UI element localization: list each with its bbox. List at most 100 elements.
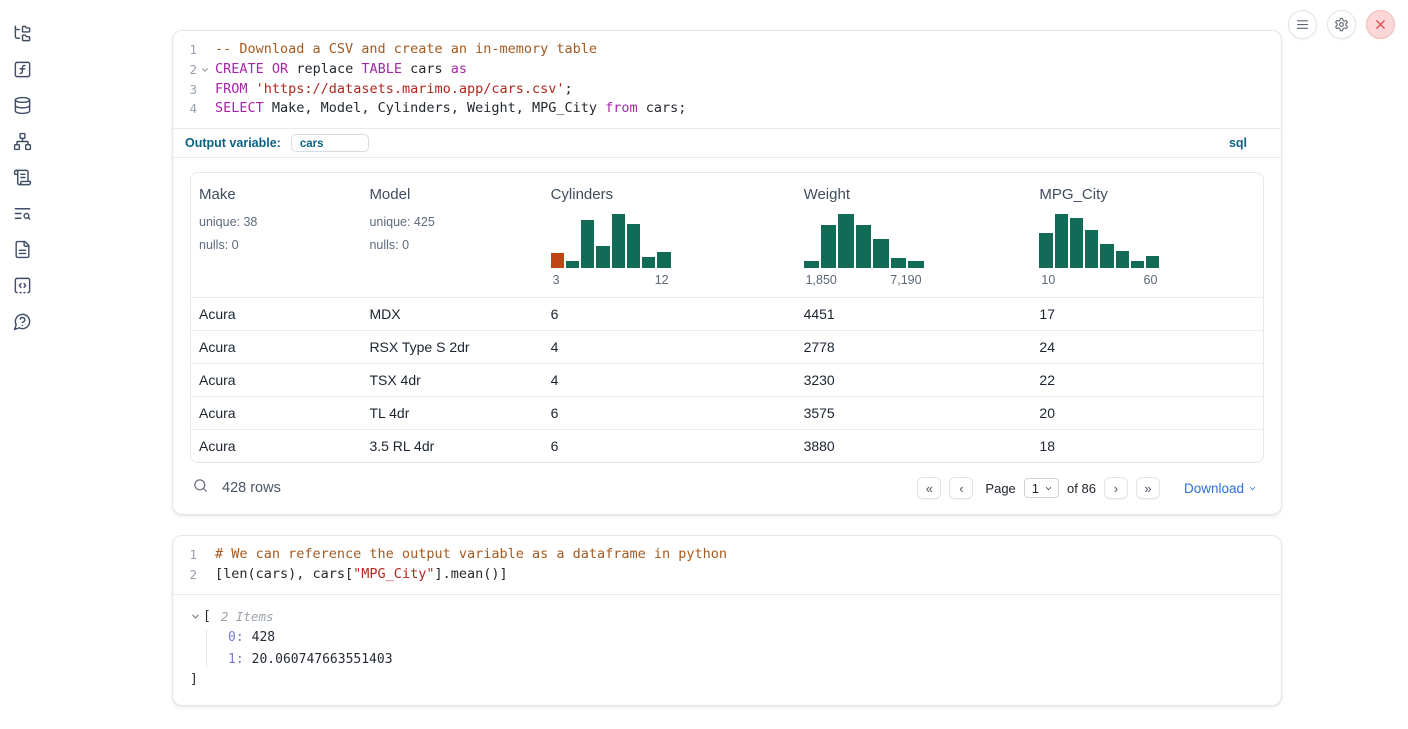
table-row[interactable]: AcuraRSX Type S 2dr4277824 [191, 330, 1263, 363]
table-row[interactable]: AcuraTL 4dr6357520 [191, 396, 1263, 429]
table-cell: 4 [543, 339, 796, 355]
histogram-bar [1146, 256, 1159, 268]
table-cell: 6 [543, 438, 796, 454]
table-cell: 6 [543, 306, 796, 322]
code-text: [len(cars), cars["MPG_City"].mean()] [212, 565, 508, 585]
histogram-bar [612, 214, 625, 268]
table-row[interactable]: AcuraMDX6445117 [191, 297, 1263, 330]
column-header-make[interactable]: Makeunique: 38nulls: 0 [191, 173, 361, 297]
table-header: Makeunique: 38nulls: 0Modelunique: 425nu… [191, 173, 1263, 297]
sidebar [0, 0, 44, 729]
entry-key: 0: [228, 630, 244, 645]
histogram-bar [551, 253, 564, 268]
page-total: of 86 [1067, 481, 1096, 496]
code-token: # We can reference the output variable a… [215, 546, 727, 562]
search-icon[interactable] [192, 477, 209, 499]
code-line[interactable]: 1# We can reference the output variable … [173, 545, 1281, 565]
column-header-cylinders[interactable]: Cylinders312 [543, 173, 796, 297]
table-cell: 6 [543, 405, 796, 421]
code-token: CREATE [215, 61, 264, 77]
code-line[interactable]: 4SELECT Make, Model, Cylinders, Weight, … [173, 99, 1281, 119]
page-select[interactable]: 1 [1024, 478, 1059, 498]
code-token [248, 81, 256, 97]
code-token: ; [565, 81, 573, 97]
line-number: 3 [173, 80, 197, 100]
column-header-model[interactable]: Modelunique: 425nulls: 0 [361, 173, 542, 297]
first-page-button[interactable]: « [917, 477, 941, 499]
last-page-button[interactable]: » [1136, 477, 1160, 499]
python-code-editor[interactable]: 1# We can reference the output variable … [173, 536, 1281, 594]
chevron-down-icon [1248, 484, 1257, 493]
histogram-bar [627, 224, 640, 268]
pagination: « ‹ Page 1 of 86 › » Download [917, 477, 1257, 499]
output-variable-input[interactable]: cars [291, 134, 369, 152]
entry-key: 1: [228, 652, 244, 667]
column-header-mpg_city[interactable]: MPG_City1060 [1031, 173, 1263, 297]
snippets-icon[interactable] [12, 275, 32, 295]
histogram-bar [581, 220, 594, 268]
document-icon[interactable] [12, 239, 32, 259]
python-cell: 1# We can reference the output variable … [172, 535, 1282, 706]
scroll-log-icon[interactable] [12, 167, 32, 187]
code-line[interactable]: 3 FROM 'https://datasets.marimo.app/cars.… [173, 80, 1281, 100]
output-entry: 1:20.060747663551403 [228, 652, 1263, 667]
code-line[interactable]: 2CREATE OR replace TABLE cars as [173, 60, 1281, 80]
table-cell: RSX Type S 2dr [361, 339, 542, 355]
code-token: OR [272, 61, 288, 77]
database-icon[interactable] [12, 95, 32, 115]
fold-chevron-icon[interactable] [197, 60, 212, 80]
language-badge[interactable]: sql [1229, 136, 1247, 150]
close-icon [1373, 17, 1388, 32]
notebook-main: 1-- Download a CSV and create an in-memo… [172, 30, 1282, 706]
output-entry: 0:428 [228, 630, 1263, 645]
prev-page-button[interactable]: ‹ [949, 477, 973, 499]
table-body: AcuraMDX6445117AcuraRSX Type S 2dr427782… [191, 297, 1263, 462]
histogram-bar [1055, 214, 1068, 268]
table-row[interactable]: Acura3.5 RL 4dr6388018 [191, 429, 1263, 462]
dependency-graph-icon[interactable] [12, 131, 32, 151]
code-token: TABLE [361, 61, 402, 77]
code-token: cars [402, 61, 451, 77]
open-bracket: [ [203, 609, 211, 624]
shutdown-button[interactable] [1366, 10, 1395, 39]
line-number: 1 [173, 40, 197, 60]
chevron-down-icon [1044, 484, 1053, 493]
row-count: 428 rows [222, 480, 281, 496]
code-line[interactable]: 2[len(cars), cars["MPG_City"].mean()] [173, 565, 1281, 585]
menu-button[interactable] [1288, 10, 1317, 39]
code-token: "MPG_City" [353, 566, 434, 582]
histogram-bars [804, 214, 924, 268]
axis-max-label: 60 [1144, 273, 1158, 287]
collapse-chevron-icon[interactable] [190, 611, 201, 622]
histogram-bars [551, 214, 671, 268]
page-label: Page [985, 481, 1015, 496]
table-cell: 22 [1031, 372, 1263, 388]
column-header-weight[interactable]: Weight1,8507,190 [796, 173, 1032, 297]
file-tree-icon[interactable] [12, 23, 32, 43]
output-variable-row: Output variable: cars sql [173, 128, 1281, 158]
histogram-bar [908, 261, 923, 268]
table-cell: 2778 [796, 339, 1032, 355]
code-token: as [451, 61, 467, 77]
histogram-bar [1070, 218, 1083, 268]
axis-max-label: 7,190 [890, 273, 921, 287]
function-icon[interactable] [12, 59, 32, 79]
code-token: cars; [638, 100, 687, 116]
table-cell: 4451 [796, 306, 1032, 322]
column-histogram: 312 [551, 214, 671, 287]
download-button[interactable]: Download [1184, 481, 1257, 496]
histogram-bar [596, 246, 609, 268]
table-row[interactable]: AcuraTSX 4dr4323022 [191, 363, 1263, 396]
gutter-spacer [197, 80, 212, 100]
list-search-icon[interactable] [12, 203, 32, 223]
next-page-button[interactable]: › [1104, 477, 1128, 499]
histogram-bar [821, 225, 836, 268]
help-icon[interactable] [12, 311, 32, 331]
sql-code-editor[interactable]: 1-- Download a CSV and create an in-memo… [173, 31, 1281, 128]
histogram-bar [804, 261, 819, 268]
code-line[interactable]: 1-- Download a CSV and create an in-memo… [173, 40, 1281, 60]
settings-button[interactable] [1327, 10, 1356, 39]
table-cell: TL 4dr [361, 405, 542, 421]
output-variable-label: Output variable: [185, 136, 281, 150]
code-text: FROM 'https://datasets.marimo.app/cars.c… [212, 80, 573, 100]
